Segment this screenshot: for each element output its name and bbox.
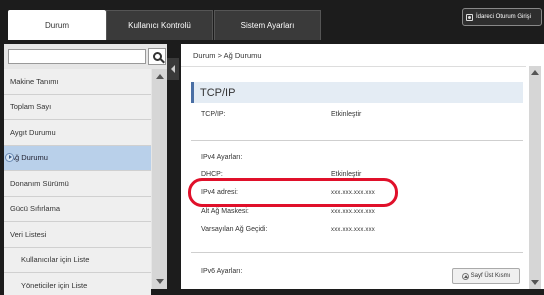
sidebar-item-hardware-version[interactable]: Donanım Sürümü xyxy=(4,171,151,197)
tab-user-control-label: Kullanıcı Kontrolü xyxy=(128,21,191,30)
arrow-up-icon xyxy=(461,272,469,280)
breadcrumb-divider xyxy=(181,66,526,67)
scroll-up-icon[interactable] xyxy=(156,74,164,79)
scroll-down-icon[interactable] xyxy=(156,279,164,284)
gateway-value: xxx.xxx.xxx.xxx xyxy=(331,227,376,233)
dhcp-label: DHCP: xyxy=(201,171,223,178)
tab-user-control[interactable]: Kullanıcı Kontrolü xyxy=(106,10,213,40)
sidebar-item-label: Veri Listesi xyxy=(10,229,47,239)
tab-system-settings[interactable]: Sistem Ayarları xyxy=(214,10,321,40)
ipv4-header: IPv4 Ayarları: xyxy=(201,154,243,161)
sidebar-item-label: Toplam Sayı xyxy=(10,102,52,112)
tcpip-value: Etkinleştir xyxy=(331,111,362,118)
tab-status-label: Durum xyxy=(44,20,69,30)
top-bar: Durum Kullanıcı Kontrolü Sistem Ayarları… xyxy=(0,0,544,40)
section-title: TCP/IP xyxy=(191,82,523,103)
subnet-mask-value: xxx.xxx.xxx.xxx xyxy=(331,209,376,215)
tab-status[interactable]: Durum xyxy=(8,10,106,40)
admin-login-button[interactable]: İdareci Oturum Girişi xyxy=(462,8,542,26)
gateway-label: Varsayılan Ağ Geçidi: xyxy=(201,226,268,233)
highlight-ring xyxy=(188,178,398,207)
search-input[interactable] xyxy=(8,49,146,64)
ipv6-header: IPv6 Ayarları: xyxy=(201,268,243,275)
collapse-sidebar-button[interactable] xyxy=(167,58,179,80)
sidebar-item-data-list[interactable]: Veri Listesi xyxy=(4,222,151,248)
sidebar-menu: Makine Tanımı Toplam Sayı Aygıt Durumu A… xyxy=(4,69,151,295)
sidebar-item-label: Kullanıcılar için Liste xyxy=(21,255,90,265)
sidebar-item-device-status[interactable]: Aygıt Durumu xyxy=(4,120,151,146)
search-button[interactable] xyxy=(148,48,166,65)
sidebar-item-label: Yöneticiler için Liste xyxy=(21,280,88,290)
sidebar-item-power-reset[interactable]: Gücü Sıfırlama xyxy=(4,196,151,222)
dhcp-value: Etkinleştir xyxy=(331,171,362,178)
page-top-button[interactable]: Sayf Üst Kısmı xyxy=(452,268,520,284)
sidebar: Makine Tanımı Toplam Sayı Aygıt Durumu A… xyxy=(4,44,167,295)
search-icon xyxy=(152,52,162,61)
tab-system-settings-label: Sistem Ayarları xyxy=(240,21,295,30)
sidebar-item-machine-id[interactable]: Makine Tanımı xyxy=(4,69,151,95)
divider xyxy=(191,140,523,141)
scroll-down-icon[interactable] xyxy=(531,280,539,285)
admin-login-label: İdareci Oturum Girişi xyxy=(476,14,532,20)
sidebar-scrollbar[interactable] xyxy=(152,69,167,289)
breadcrumb: Durum > Ağ Durumu xyxy=(193,51,262,60)
page-top-label: Sayf Üst Kısmı xyxy=(470,273,511,279)
tcpip-label: TCP/IP: xyxy=(201,111,226,118)
scroll-up-icon[interactable] xyxy=(531,70,539,75)
divider xyxy=(191,252,523,253)
chevron-left-icon xyxy=(171,65,175,73)
sidebar-item-network-status[interactable]: Ağ Durumu xyxy=(4,145,151,171)
sidebar-item-user-list[interactable]: Kullanıcılar için Liste xyxy=(4,247,151,273)
sidebar-item-label: Gücü Sıfırlama xyxy=(10,204,61,214)
sidebar-item-label: Donanım Sürümü xyxy=(10,178,69,188)
main-content: Durum > Ağ Durumu TCP/IP TCP/IP: Etkinle… xyxy=(181,44,544,289)
sidebar-item-label: Aygıt Durumu xyxy=(10,127,56,137)
sidebar-item-label: Ağ Durumu xyxy=(10,153,48,163)
login-icon xyxy=(466,13,473,21)
subnet-mask-label: Alt Ağ Maskesi: xyxy=(201,208,249,215)
content-scrollbar[interactable] xyxy=(529,66,541,289)
sidebar-item-admin-list[interactable]: Yöneticiler için Liste xyxy=(4,273,151,295)
selected-arrow-icon xyxy=(5,152,14,162)
sidebar-item-total-count[interactable]: Toplam Sayı xyxy=(4,94,151,120)
sidebar-item-label: Makine Tanımı xyxy=(10,76,59,86)
